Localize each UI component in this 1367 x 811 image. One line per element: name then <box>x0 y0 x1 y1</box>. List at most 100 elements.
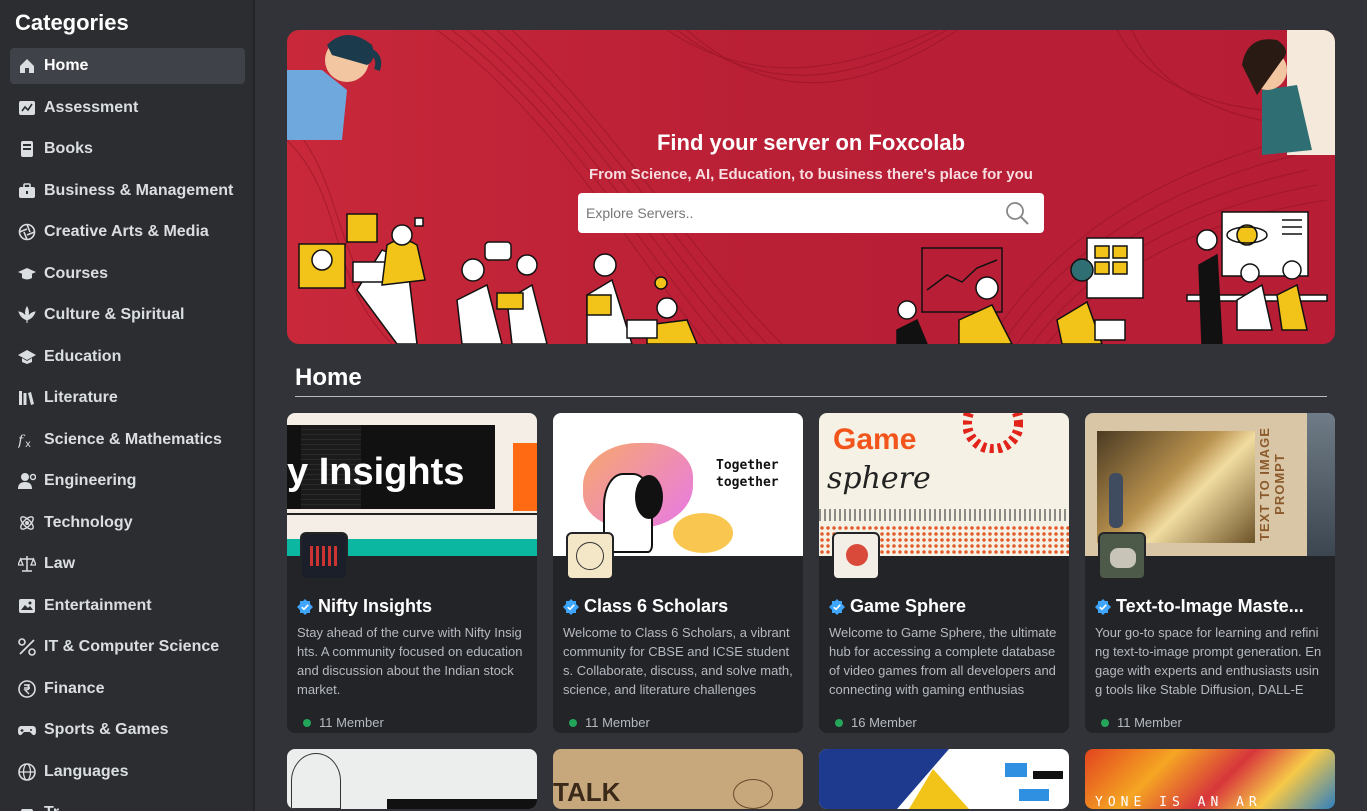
search-icon[interactable] <box>1004 200 1030 226</box>
image-icon <box>18 597 36 615</box>
server-banner-text: TEXT TO IMAGE PROMPT <box>1257 427 1287 541</box>
sidebar-item-creative-arts-media[interactable]: Creative Arts & Media <box>10 214 245 250</box>
member-count: 11 Member <box>297 715 527 730</box>
member-count: 16 Member <box>829 715 1059 730</box>
server-name-text: Text-to-Image Maste... <box>1116 596 1304 616</box>
banner-illustration <box>287 30 1335 344</box>
graduation-cap-icon <box>18 265 36 283</box>
sidebar-item-education[interactable]: Education <box>10 339 245 375</box>
home-icon <box>18 57 36 75</box>
function-icon: fx <box>18 431 36 449</box>
sidebar-divider <box>253 0 255 811</box>
sidebar-item-tr[interactable]: Tr... <box>10 795 245 811</box>
sidebar-item-label: Technology <box>44 513 133 531</box>
server-description: Your go-to space for learning and refini… <box>1095 625 1322 697</box>
server-card[interactable] <box>819 749 1069 809</box>
sidebar-item-label: Courses <box>44 264 109 282</box>
verified-badge-icon <box>829 598 845 615</box>
verified-badge-icon <box>297 598 313 615</box>
online-dot <box>303 718 311 727</box>
server-search-input[interactable] <box>586 205 1004 221</box>
sunburst-icon <box>963 413 1023 453</box>
sidebar-item-label: Education <box>44 347 122 365</box>
member-count: 11 Member <box>1095 715 1325 730</box>
server-card[interactable]: Together together Class 6 Scholars Welco… <box>553 413 803 733</box>
tools-icon <box>18 638 36 656</box>
sidebar-item-label: Books <box>44 140 93 157</box>
sidebar-item-assessment[interactable]: Assessment <box>10 90 245 126</box>
verified-badge-icon <box>563 598 579 615</box>
banner-title: Find your server on Foxcolab <box>656 130 966 155</box>
sidebar-item-technology[interactable]: Technology <box>10 505 245 541</box>
sidebar-item-label: Assessment <box>44 98 139 116</box>
server-card[interactable]: YONE IS AN AR <box>1085 749 1335 809</box>
sidebar-item-books[interactable]: Books <box>10 131 245 167</box>
sidebar-item-label: Literature <box>44 389 118 406</box>
sidebar-item-literature[interactable]: Literature <box>10 380 245 416</box>
sidebar-item-languages[interactable]: Languages <box>10 754 245 790</box>
sidebar-item-courses[interactable]: Courses <box>10 256 245 292</box>
verified-badge-icon <box>1095 598 1111 615</box>
category-list: Home Assessment Books Business & Management… <box>10 48 245 811</box>
sidebar-item-label: Engineering <box>44 472 137 489</box>
sidebar-item-label: Entertainment <box>44 596 152 614</box>
server-banner-image <box>287 749 537 809</box>
server-card[interactable]: TALK <box>553 749 803 809</box>
server-card[interactable]: Game sphere Game Sphere Welcome to Game … <box>819 413 1069 733</box>
sidebar-item-label: Culture & Spiritual <box>44 306 185 323</box>
travel-icon <box>18 804 36 811</box>
sidebar-item-finance[interactable]: Finance <box>10 671 245 707</box>
sidebar-item-home[interactable]: Home <box>10 48 245 84</box>
sidebar-item-label: Finance <box>44 679 105 697</box>
sidebar-item-label: Creative Arts & Media <box>44 223 209 240</box>
sidebar-item-business-management[interactable]: Business & Management <box>10 173 245 209</box>
sidebar-item-entertainment[interactable]: Entertainment <box>10 588 245 624</box>
atom-icon <box>18 514 36 532</box>
sidebar-item-label: Sports & Games <box>44 721 169 738</box>
server-description: Stay ahead of the curve with Nifty Insig… <box>297 625 523 697</box>
sidebar-item-science-mathematics[interactable]: f x Science & Mathematics <box>10 422 245 458</box>
gamepad-icon <box>18 721 36 739</box>
hero-banner: Find your server on Foxcolab From Scienc… <box>287 30 1335 344</box>
sidebar-item-engineering[interactable]: Engineering <box>10 463 245 499</box>
app-root: Categories Home Assessment Books Business &… <box>0 0 1367 811</box>
member-count-text: 11 Member <box>1117 715 1182 730</box>
server-name: Game Sphere <box>829 596 1059 617</box>
sidebar-item-law[interactable]: Law <box>10 546 245 582</box>
server-banner-image <box>819 749 1069 809</box>
book-icon <box>18 140 36 158</box>
server-description: Welcome to Game Sphere, the ultimate hub… <box>829 625 1057 697</box>
server-banner-text: YONE IS AN AR <box>1095 795 1262 809</box>
banner-subtitle: From Science, AI, Education, to business… <box>589 166 1033 183</box>
sidebar-item-label: Science & Mathematics <box>44 430 222 448</box>
sidebar-item-sports-games[interactable]: Sports & Games <box>10 712 245 748</box>
server-name-text: Game Sphere <box>850 596 967 616</box>
server-card[interactable]: TEXT TO IMAGE PROMPT Text-to-Image Maste… <box>1085 413 1335 733</box>
server-avatar <box>1098 532 1146 580</box>
aperture-icon <box>18 223 36 241</box>
category-sidebar: Categories Home Assessment Books Business &… <box>0 0 255 811</box>
server-card[interactable] <box>287 749 537 809</box>
server-avatar <box>566 532 614 580</box>
sidebar-item-culture-spiritual[interactable]: Culture & Spiritual <box>10 297 245 333</box>
server-avatar <box>300 532 348 580</box>
server-name-text: Class 6 Scholars <box>584 596 729 616</box>
server-banner-text: Together together <box>716 458 779 490</box>
sidebar-item-label: Tr... <box>44 804 72 811</box>
server-search-box <box>578 193 1044 233</box>
server-name: Nifty Insights <box>297 596 527 617</box>
section-title: Home <box>295 364 1327 397</box>
engineer-icon <box>18 472 36 490</box>
sidebar-item-label: IT & Computer Science <box>44 638 220 655</box>
sidebar-item-label: Home <box>44 57 89 74</box>
briefcase-icon <box>18 182 36 200</box>
member-count-text: 16 Member <box>851 715 917 730</box>
member-count-text: 11 Member <box>319 715 384 730</box>
sidebar-item-it-computer-science[interactable]: IT & Computer Science <box>10 629 245 665</box>
server-card[interactable]: y Insights Nifty Insights Stay ahead of … <box>287 413 537 733</box>
svg-text:x: x <box>25 439 31 449</box>
server-name: Text-to-Image Maste... <box>1095 596 1325 617</box>
server-banner-text: TALK <box>553 777 621 807</box>
sidebar-item-label: Law <box>44 555 76 572</box>
globe-icon <box>18 762 36 781</box>
